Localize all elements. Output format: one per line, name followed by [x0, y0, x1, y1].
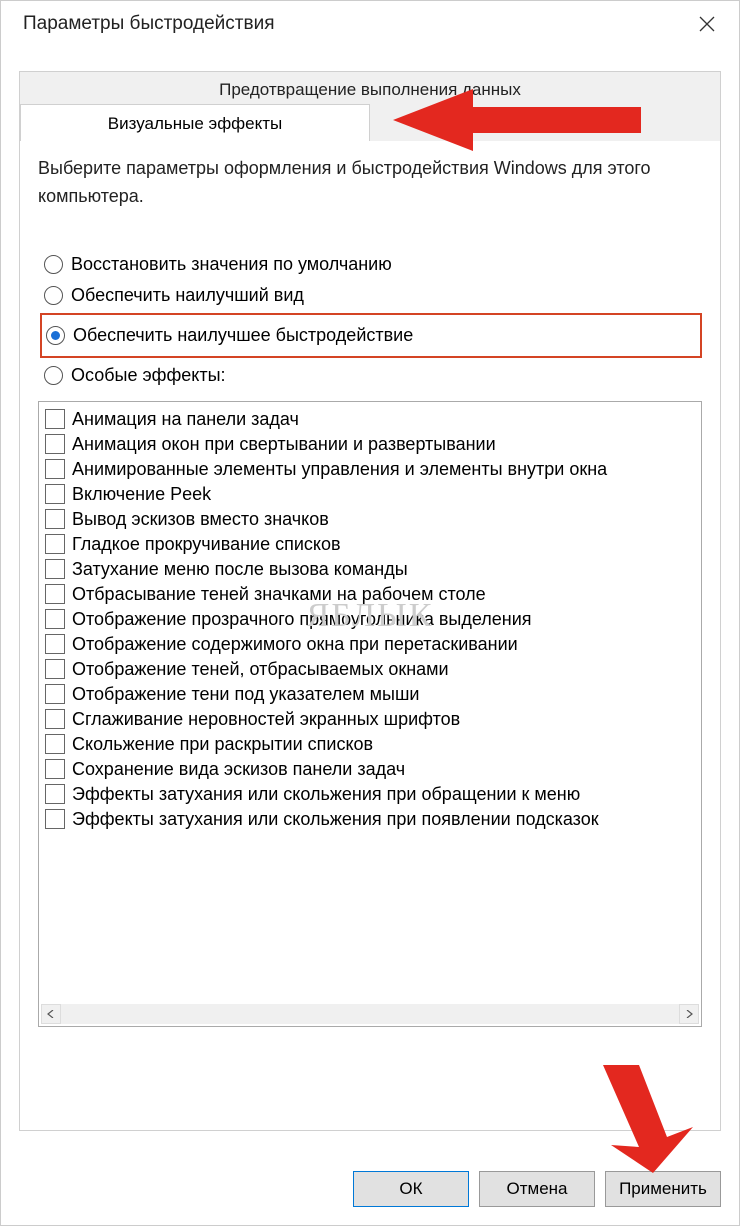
- dialog-buttons: ОК Отмена Применить: [353, 1171, 721, 1207]
- effect-item-8[interactable]: Отображение прозрачного прямоугольника в…: [45, 607, 695, 632]
- tab-content: Выберите параметры оформления и быстроде…: [19, 141, 721, 1131]
- effect-item-4[interactable]: Вывод эскизов вместо значков: [45, 507, 695, 532]
- checkbox-input[interactable]: [45, 584, 65, 604]
- window-title: Параметры быстродействия: [23, 13, 274, 35]
- radio-input[interactable]: [46, 326, 65, 345]
- effect-item-1[interactable]: Анимация окон при свертывании и разверты…: [45, 432, 695, 457]
- effect-item-0[interactable]: Анимация на панели задач: [45, 407, 695, 432]
- scroll-right-button[interactable]: [679, 1004, 699, 1024]
- checkbox-input[interactable]: [45, 409, 65, 429]
- checkbox-label: Отображение прозрачного прямоугольника в…: [72, 609, 532, 630]
- close-button[interactable]: [687, 4, 727, 44]
- checkbox-input[interactable]: [45, 684, 65, 704]
- radio-input[interactable]: [44, 286, 63, 305]
- cancel-button[interactable]: Отмена: [479, 1171, 595, 1207]
- checkbox-input[interactable]: [45, 634, 65, 654]
- radio-label: Восстановить значения по умолчанию: [71, 254, 392, 275]
- chevron-left-icon: [47, 1010, 55, 1018]
- checkbox-input[interactable]: [45, 459, 65, 479]
- radio-option-2[interactable]: Обеспечить наилучшее быстродействие: [40, 313, 702, 358]
- checkbox-label: Гладкое прокручивание списков: [72, 534, 341, 555]
- effect-item-15[interactable]: Эффекты затухания или скольжения при обр…: [45, 782, 695, 807]
- checkbox-input[interactable]: [45, 659, 65, 679]
- radio-group: Восстановить значения по умолчанию Обеспе…: [40, 249, 702, 391]
- effect-item-11[interactable]: Отображение тени под указателем мыши: [45, 682, 695, 707]
- radio-option-3[interactable]: Особые эффекты:: [40, 360, 702, 391]
- checkbox-label: Анимация на панели задач: [72, 409, 299, 430]
- checkbox-label: Сглаживание неровностей экранных шрифтов: [72, 709, 460, 730]
- checkbox-label: Вывод эскизов вместо значков: [72, 509, 329, 530]
- tab-dep[interactable]: Предотвращение выполнения данных: [20, 72, 720, 108]
- effect-item-3[interactable]: Включение Peek: [45, 482, 695, 507]
- effects-listbox[interactable]: Анимация на панели задач Анимация окон пр…: [38, 401, 702, 1027]
- scroll-track[interactable]: [61, 1004, 679, 1024]
- radio-option-1[interactable]: Обеспечить наилучший вид: [40, 280, 702, 311]
- checkbox-input[interactable]: [45, 609, 65, 629]
- checkbox-label: Отображение тени под указателем мыши: [72, 684, 419, 705]
- checkbox-input[interactable]: [45, 759, 65, 779]
- checkbox-input[interactable]: [45, 809, 65, 829]
- checkbox-input[interactable]: [45, 734, 65, 754]
- checkbox-input[interactable]: [45, 509, 65, 529]
- radio-label: Обеспечить наилучшее быстродействие: [73, 325, 413, 346]
- checkbox-label: Анимация окон при свертывании и разверты…: [72, 434, 496, 455]
- effect-item-6[interactable]: Затухание меню после вызова команды: [45, 557, 695, 582]
- effect-item-14[interactable]: Сохранение вида эскизов панели задач: [45, 757, 695, 782]
- radio-label: Обеспечить наилучший вид: [71, 285, 304, 306]
- radio-option-0[interactable]: Восстановить значения по умолчанию: [40, 249, 702, 280]
- apply-button[interactable]: Применить: [605, 1171, 721, 1207]
- checkbox-label: Включение Peek: [72, 484, 211, 505]
- tab-visual-effects[interactable]: Визуальные эффекты: [20, 104, 370, 142]
- title-bar: Параметры быстродействия: [1, 1, 739, 47]
- radio-label: Особые эффекты:: [71, 365, 226, 386]
- checkbox-label: Сохранение вида эскизов панели задач: [72, 759, 405, 780]
- checkbox-label: Анимированные элементы управления и элем…: [72, 459, 607, 480]
- effect-item-5[interactable]: Гладкое прокручивание списков: [45, 532, 695, 557]
- effect-item-7[interactable]: Отбрасывание теней значками на рабочем с…: [45, 582, 695, 607]
- effect-item-12[interactable]: Сглаживание неровностей экранных шрифтов: [45, 707, 695, 732]
- radio-input[interactable]: [44, 366, 63, 385]
- checkbox-label: Отображение теней, отбрасываемых окнами: [72, 659, 449, 680]
- chevron-right-icon: [685, 1010, 693, 1018]
- effect-item-13[interactable]: Скольжение при раскрытии списков: [45, 732, 695, 757]
- checkbox-input[interactable]: [45, 434, 65, 454]
- close-icon: [699, 16, 715, 32]
- effect-item-2[interactable]: Анимированные элементы управления и элем…: [45, 457, 695, 482]
- checkbox-input[interactable]: [45, 559, 65, 579]
- intro-text: Выберите параметры оформления и быстроде…: [38, 155, 702, 211]
- checkbox-label: Эффекты затухания или скольжения при поя…: [72, 809, 599, 830]
- checkbox-input[interactable]: [45, 484, 65, 504]
- effect-item-9[interactable]: Отображение содержимого окна при перетас…: [45, 632, 695, 657]
- tab-strip: Предотвращение выполнения данных Визуаль…: [19, 71, 721, 141]
- checkbox-label: Затухание меню после вызова команды: [72, 559, 408, 580]
- checkbox-label: Отображение содержимого окна при перетас…: [72, 634, 518, 655]
- radio-input[interactable]: [44, 255, 63, 274]
- effect-item-10[interactable]: Отображение теней, отбрасываемых окнами: [45, 657, 695, 682]
- checkbox-label: Эффекты затухания или скольжения при обр…: [72, 784, 580, 805]
- effect-item-16[interactable]: Эффекты затухания или скольжения при поя…: [45, 807, 695, 832]
- scroll-left-button[interactable]: [41, 1004, 61, 1024]
- checkbox-input[interactable]: [45, 709, 65, 729]
- checkbox-label: Отбрасывание теней значками на рабочем с…: [72, 584, 486, 605]
- ok-button[interactable]: ОК: [353, 1171, 469, 1207]
- checkbox-input[interactable]: [45, 534, 65, 554]
- horizontal-scrollbar[interactable]: [41, 1004, 699, 1024]
- checkbox-label: Скольжение при раскрытии списков: [72, 734, 373, 755]
- checkbox-input[interactable]: [45, 784, 65, 804]
